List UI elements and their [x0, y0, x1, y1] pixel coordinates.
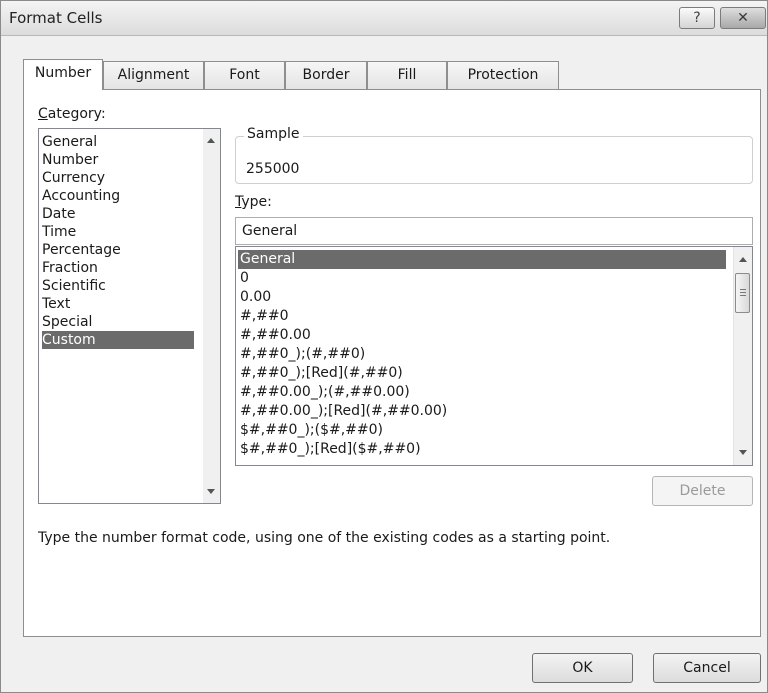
category-label-text: ategory: — [47, 106, 106, 122]
scroll-down-icon[interactable] — [207, 489, 215, 494]
category-item-special[interactable]: Special — [42, 313, 194, 331]
help-button[interactable]: ? — [679, 7, 715, 29]
format-cells-dialog: Format Cells ? ✕ Number Alignment Font B… — [0, 0, 768, 693]
category-item-custom[interactable]: Custom — [42, 331, 194, 349]
category-item-fraction[interactable]: Fraction — [42, 259, 194, 277]
format-item[interactable]: 0 — [238, 269, 726, 288]
close-icon: ✕ — [737, 10, 749, 26]
format-item[interactable]: #,##0_);(#,##0) — [238, 345, 726, 364]
format-item[interactable]: General — [238, 250, 726, 269]
category-item-text[interactable]: Text — [42, 295, 194, 313]
format-item[interactable]: 0.00 — [238, 288, 726, 307]
scroll-up-icon[interactable] — [207, 138, 215, 143]
format-item[interactable]: #,##0_);[Red](#,##0) — [238, 364, 726, 383]
title-bar[interactable]: Format Cells ? ✕ — [1, 1, 767, 36]
tab-number[interactable]: Number — [23, 59, 103, 90]
grip-line — [740, 289, 746, 290]
format-item[interactable]: #,##0 — [238, 307, 726, 326]
format-item[interactable]: #,##0.00 — [238, 326, 726, 345]
category-label: Category: — [38, 106, 106, 122]
grip-line — [740, 292, 746, 293]
number-tab-panel: Category: General Number Currency Accoun… — [23, 89, 761, 637]
category-item-currency[interactable]: Currency — [42, 169, 194, 187]
category-label-accelerator: C — [38, 106, 48, 122]
close-button[interactable]: ✕ — [720, 7, 766, 29]
sample-group: Sample 255000 — [235, 126, 753, 184]
category-item-accounting[interactable]: Accounting — [42, 187, 194, 205]
category-list[interactable]: General Number Currency Accounting Date … — [38, 128, 221, 504]
format-item[interactable]: $#,##0_);[Red]($#,##0) — [238, 440, 726, 459]
type-input[interactable]: General — [235, 217, 753, 245]
ok-button[interactable]: OK — [532, 653, 633, 683]
format-description: Type the number format code, using one o… — [38, 530, 611, 546]
scroll-up-icon[interactable] — [739, 257, 747, 262]
type-label-text: ype: — [241, 194, 272, 210]
cancel-button[interactable]: Cancel — [653, 653, 761, 683]
type-label: Type: — [235, 194, 272, 210]
help-icon: ? — [693, 10, 701, 26]
format-item[interactable]: $#,##0_);($#,##0) — [238, 421, 726, 440]
category-scrollbar[interactable] — [203, 129, 220, 503]
type-format-list[interactable]: General 0 0.00 #,##0 #,##0.00 #,##0_);(#… — [235, 246, 753, 466]
scroll-down-icon[interactable] — [739, 450, 747, 455]
sample-value: 255000 — [246, 161, 300, 177]
format-item[interactable]: #,##0.00_);(#,##0.00) — [238, 383, 726, 402]
category-item-scientific[interactable]: Scientific — [42, 277, 194, 295]
category-item-date[interactable]: Date — [42, 205, 194, 223]
tab-protection[interactable]: Protection — [447, 61, 559, 89]
sample-label: Sample — [244, 126, 303, 142]
window-title: Format Cells — [9, 9, 103, 27]
category-item-general[interactable]: General — [42, 133, 194, 151]
tab-alignment[interactable]: Alignment — [103, 61, 204, 89]
format-item[interactable]: #,##0.00_);[Red](#,##0.00) — [238, 402, 726, 421]
grip-line — [740, 295, 746, 296]
scroll-thumb[interactable] — [735, 273, 750, 313]
category-item-time[interactable]: Time — [42, 223, 194, 241]
category-item-percentage[interactable]: Percentage — [42, 241, 194, 259]
tab-font[interactable]: Font — [204, 61, 285, 89]
tab-fill[interactable]: Fill — [367, 61, 447, 89]
delete-button[interactable]: Delete — [652, 476, 753, 506]
type-scrollbar[interactable] — [733, 247, 752, 465]
tab-border[interactable]: Border — [285, 61, 367, 89]
category-item-number[interactable]: Number — [42, 151, 194, 169]
